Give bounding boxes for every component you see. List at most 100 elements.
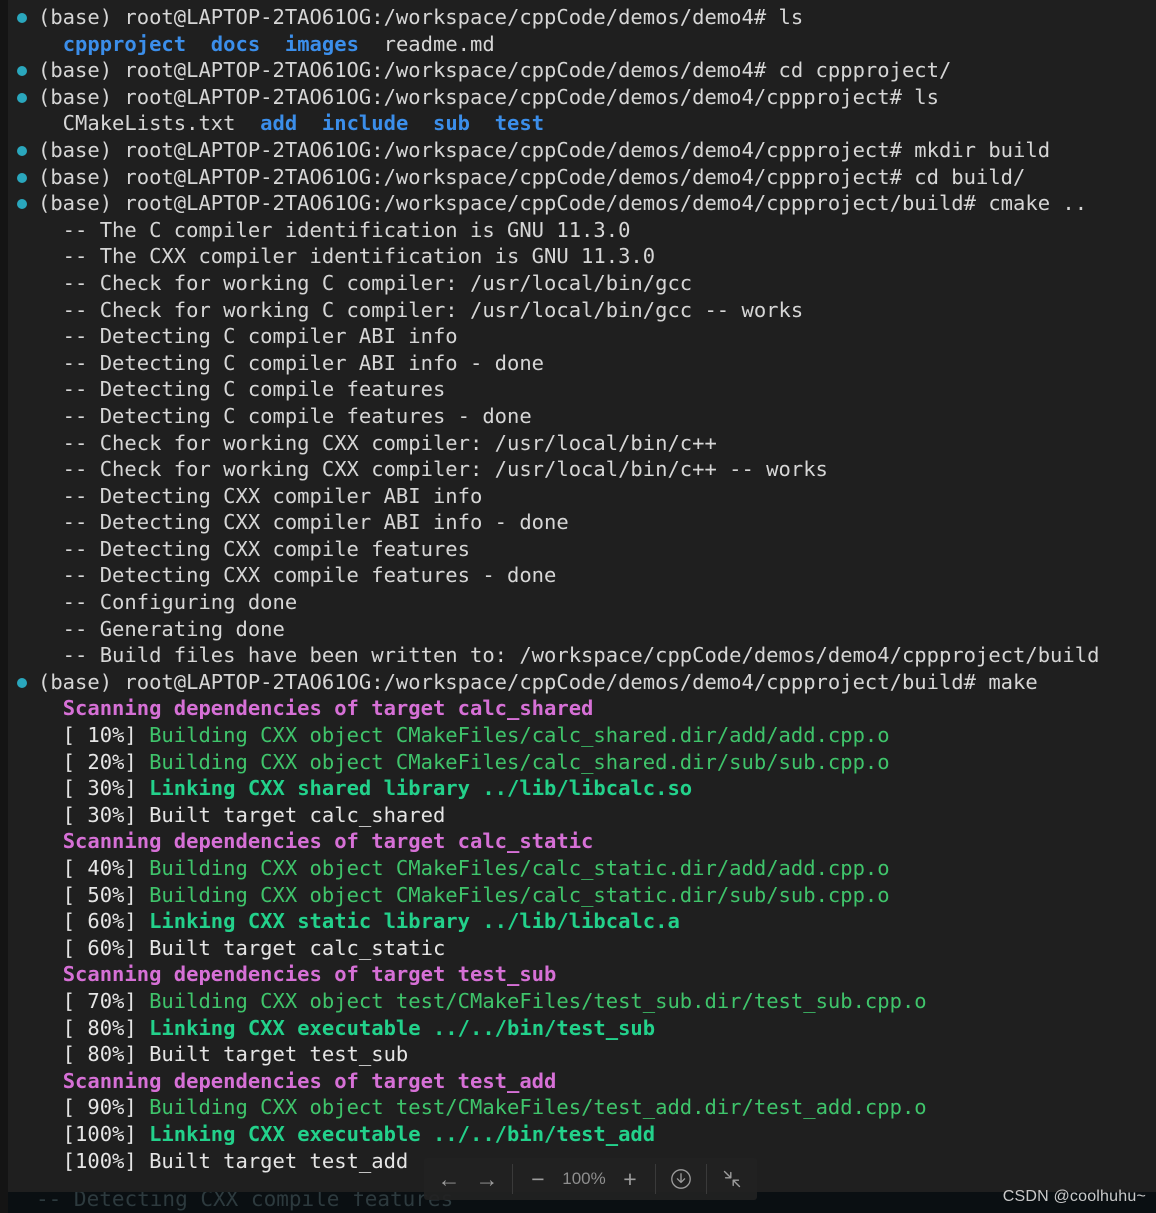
terminal-text-segment: Building CXX object test/CMakeFiles/test… [149, 988, 927, 1013]
terminal-prompt-line: (base) root@LAPTOP-2TAO61OG:/workspace/c… [8, 190, 1156, 217]
terminal-text-segment: -- Detecting CXX compile features - done [38, 563, 557, 588]
terminal-output-line: Scanning dependencies of target test_sub [8, 961, 1156, 988]
terminal-output-line: -- Detecting C compiler ABI info - done [8, 350, 1156, 377]
terminal-output-line: [ 30%] Built target calc_shared [8, 802, 1156, 829]
terminal-text-segment: [ 50%] [38, 882, 150, 907]
terminal-text-segment: Building CXX object CMakeFiles/calc_shar… [149, 749, 890, 774]
terminal-output-line: [ 80%] Linking CXX executable ../../bin/… [8, 1015, 1156, 1042]
download-group [656, 1158, 706, 1200]
terminal-text-segment: [ 80%] Built target test_sub [38, 1042, 409, 1067]
terminal-output-line: Scanning dependencies of target test_add [8, 1068, 1156, 1095]
command-status-dot-icon [17, 145, 27, 156]
terminal-output-line: -- Detecting C compiler ABI info [8, 323, 1156, 350]
terminal-text-segment: -- Check for working C compiler: /usr/lo… [38, 270, 693, 295]
terminal-output-line: [ 60%] Linking CXX static library ../lib… [8, 908, 1156, 935]
terminal-output-line: [ 90%] Building CXX object test/CMakeFil… [8, 1094, 1156, 1121]
terminal-text-segment: [ 30%] Built target calc_shared [38, 802, 446, 827]
terminal-text-segment: cppproject [62, 31, 187, 56]
terminal-output-line: -- The CXX compiler identification is GN… [8, 243, 1156, 270]
terminal-text-segment: -- Detecting C compile features [38, 377, 446, 402]
terminal-output-line: [ 70%] Building CXX object test/CMakeFil… [8, 988, 1156, 1015]
terminal-text-segment: -- Detecting C compile features - done [38, 403, 532, 428]
next-arrow-icon[interactable]: → [468, 1158, 506, 1200]
terminal-text-segment: -- Configuring done [38, 590, 298, 615]
terminal-output-line: [ 20%] Building CXX object CMakeFiles/ca… [8, 749, 1156, 776]
terminal-output-line: [ 40%] Building CXX object CMakeFiles/ca… [8, 855, 1156, 882]
zoom-out-icon[interactable]: − [519, 1158, 557, 1200]
terminal-text-segment: -- Check for working CXX compiler: /usr/… [38, 430, 717, 455]
terminal-text-segment: -- Check for working CXX compiler: /usr/… [38, 457, 828, 482]
terminal-text-segment: -- Detecting CXX compiler ABI info - don… [38, 510, 569, 535]
terminal-text-segment: CMakeLists.txt [38, 111, 261, 136]
terminal-prompt-line: (base) root@LAPTOP-2TAO61OG:/workspace/c… [8, 84, 1156, 111]
image-viewer-toolbar[interactable]: ← → − 100% + [424, 1158, 757, 1200]
command-status-dot-icon [17, 172, 27, 183]
terminal-text-segment: -- Detecting C compiler ABI info [38, 324, 458, 349]
terminal-output-line: [ 50%] Building CXX object CMakeFiles/ca… [8, 882, 1156, 909]
terminal-output-line: -- Detecting C compile features [8, 376, 1156, 403]
terminal-text-segment: Building CXX object CMakeFiles/calc_stat… [149, 856, 890, 880]
terminal-output-line: -- Check for working CXX compiler: /usr/… [8, 430, 1156, 457]
terminal-output-line: -- Detecting CXX compile features [8, 536, 1156, 563]
terminal-text-segment: Linking CXX executable ../../bin/test_su… [149, 1015, 656, 1040]
command-status-dot-icon [17, 677, 27, 688]
terminal-text-segment: Linking CXX executable ../../bin/test_ad… [149, 1121, 656, 1146]
terminal-text-segment: (base) root@LAPTOP-2TAO61OG:/workspace/c… [38, 58, 952, 83]
terminal-output-line: [ 10%] Building CXX object CMakeFiles/ca… [8, 722, 1156, 749]
terminal-text-segment: Scanning dependencies of target test_add [62, 1068, 557, 1093]
terminal-output-line: -- Check for working CXX compiler: /usr/… [8, 456, 1156, 483]
terminal-text-segment: -- Detecting CXX compiler ABI info [38, 483, 483, 508]
terminal-text-segment: Linking CXX static library ../lib/libcal… [149, 909, 680, 934]
terminal-output-line: -- Check for working C compiler: /usr/lo… [8, 270, 1156, 297]
terminal-output-line: -- The C compiler identification is GNU … [8, 217, 1156, 244]
zoom-in-icon[interactable]: + [611, 1158, 649, 1200]
terminal-output-line: [ 80%] Built target test_sub [8, 1041, 1156, 1068]
terminal-output-line: -- Configuring done [8, 589, 1156, 616]
terminal-text-segment: (base) root@LAPTOP-2TAO61OG:/workspace/c… [38, 669, 1038, 694]
terminal-text-segment: [ 10%] [38, 723, 150, 748]
terminal-prompt-line: (base) root@LAPTOP-2TAO61OG:/workspace/c… [8, 57, 1156, 84]
terminal-text-segment: -- Build files have been written to: /wo… [38, 643, 1100, 668]
terminal-window: (base) root@LAPTOP-2TAO61OG:/workspace/c… [0, 0, 1156, 1192]
navigation-group: ← → [424, 1158, 512, 1200]
image-viewer: -- Detecting CXX compile features (base)… [0, 0, 1156, 1213]
terminal-text-segment: [ 70%] [38, 988, 150, 1013]
terminal-text-segment: [ 20%] [38, 749, 150, 774]
command-status-dot-icon [17, 13, 27, 23]
collapse-icon[interactable] [713, 1158, 751, 1200]
terminal-output-line: -- Check for working C compiler: /usr/lo… [8, 297, 1156, 324]
terminal-output-line: [100%] Linking CXX executable ../../bin/… [8, 1121, 1156, 1148]
terminal-prompt-line: (base) root@LAPTOP-2TAO61OG:/workspace/c… [8, 137, 1156, 164]
terminal-text-segment: (base) root@LAPTOP-2TAO61OG:/workspace/c… [38, 164, 1026, 189]
terminal-text-segment: [ 80%] [38, 1015, 150, 1040]
zoom-level-label: 100% [562, 1169, 606, 1188]
terminal-output-line: CMakeLists.txt add include sub test [8, 110, 1156, 137]
terminal-text-segment: [100%] Built target test_add [38, 1148, 409, 1173]
terminal-text-segment: add [260, 111, 298, 136]
terminal-text-segment: [ 60%] [38, 909, 150, 934]
terminal-text-segment: [ 90%] [38, 1095, 150, 1120]
terminal-output-line: -- Detecting CXX compiler ABI info [8, 483, 1156, 510]
terminal-output-line: -- Detecting C compile features - done [8, 403, 1156, 430]
terminal-gutter [0, 0, 8, 1192]
terminal-text-segment: [ 30%] [38, 776, 150, 801]
terminal-text-segment: (base) root@LAPTOP-2TAO61OG:/workspace/c… [38, 191, 1088, 216]
terminal-text-segment: -- Detecting CXX compile features [38, 536, 470, 561]
terminal-prompt-line: (base) root@LAPTOP-2TAO61OG:/workspace/c… [8, 4, 1156, 31]
command-status-dot-icon [17, 92, 27, 103]
terminal-text-segment: [ 40%] [38, 856, 150, 880]
command-status-dot-icon [17, 66, 27, 77]
terminal-text-segment: Scanning dependencies of target calc_sta… [62, 829, 594, 854]
download-icon[interactable] [662, 1158, 700, 1200]
terminal-output-line: [ 60%] Built target calc_static [8, 935, 1156, 962]
csdn-watermark: CSDN @coolhuhu~ [1002, 1188, 1146, 1205]
previous-arrow-icon[interactable]: ← [430, 1158, 468, 1200]
zoom-group: − 100% + [513, 1158, 655, 1200]
terminal-output-line: Scanning dependencies of target calc_sha… [8, 695, 1156, 722]
